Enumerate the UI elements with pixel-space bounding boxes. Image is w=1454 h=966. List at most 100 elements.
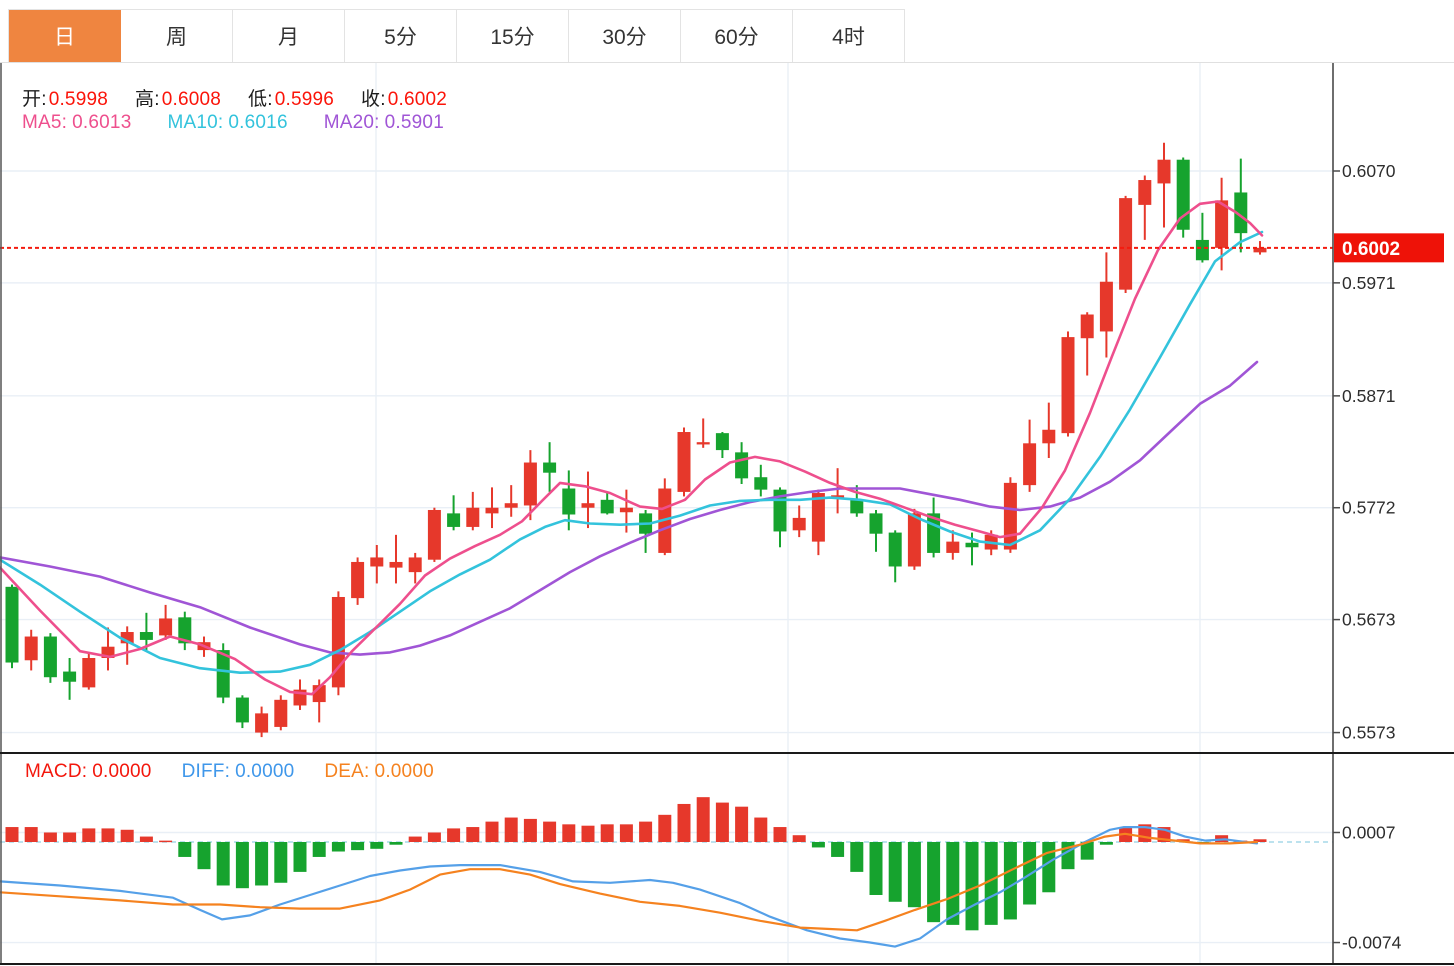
tab-month[interactable]: 月 [233,10,345,62]
candle-body [370,557,384,567]
macd-bar [907,842,921,908]
macd-bar [715,802,729,842]
candle-body [1119,198,1133,290]
candle-body [139,632,153,640]
high-value: 0.6008 [161,89,222,110]
macd-bar [351,842,365,851]
legend-item-macd-diff: DIFF: 0.0000 [182,761,295,782]
tab-60min[interactable]: 60分 [681,10,793,62]
legend-item-ohlc-high: 高: 0.6008 [135,89,221,110]
candle-body [389,561,403,568]
macd-bar [504,817,518,842]
macd-bar [447,828,461,842]
ma-legend: MA5: 0.6013 MA10: 0.6016 MA20: 0.5901 [22,112,480,134]
diff-value: 0.0000 [235,761,295,782]
legend-item-ohlc-open: 开: 0.5998 [22,89,108,110]
macd-bar [639,821,653,842]
macd-bar [677,803,691,842]
candle-body [735,452,749,479]
legend-item-macd-dea: DEA: 0.0000 [324,761,433,782]
tab-4hour[interactable]: 4时 [793,10,905,62]
macd-bar [197,842,211,870]
price-marker: 0.6002 [1334,233,1444,263]
y-axis-label: 0.0007 [1342,822,1396,842]
candle-body [965,542,979,548]
low-value: 0.5996 [274,89,335,110]
chart-canvas[interactable]: 0.6070 0.5971 0.5871 0.5772 0.5673 0.5573 0.00… [0,0,1454,966]
macd-label: MACD: [25,761,88,782]
macd-bar [139,836,153,842]
ma5-label: MA5: [22,112,68,133]
macd-bar [562,824,576,842]
macd-histogram [5,797,1267,931]
dea-value: 0.0000 [374,761,434,782]
candle-body [869,513,883,534]
candle-body [485,507,499,514]
candle-body [1099,281,1113,332]
macd-bar [658,814,672,842]
macd-bar [159,840,173,843]
close-value: 0.6002 [387,89,448,110]
price-marker-value: 0.6002 [1342,239,1400,260]
tab-15min[interactable]: 15分 [457,10,569,62]
candle-body [1157,159,1171,184]
macd-bar [5,827,19,842]
macd-bar [600,824,614,842]
candle-body [754,477,768,490]
legend-item-ma-ma10: MA10: 0.6016 [167,112,287,133]
candle-body [408,557,422,573]
macd-bar [408,836,422,842]
macd-bar [43,832,57,842]
y-axis-label: 0.5772 [1342,498,1396,518]
candle-body [1138,180,1152,205]
ma20-label: MA20: [323,112,380,133]
candle-body [235,697,249,723]
candle-body [811,493,825,542]
candle-body [5,586,19,663]
legend-item-ohlc-low: 低: 0.5996 [248,89,334,110]
macd-bar [178,842,192,857]
tab-week[interactable]: 周 [121,10,233,62]
macd-bar [101,828,115,842]
tab-5min[interactable]: 5分 [345,10,457,62]
tabbar-divider [0,62,1454,63]
high-label: 高: [135,89,160,110]
timeframe-tabbar: 日周月 5分 15分 30分 60分 4时 [8,9,905,62]
macd-bar [696,797,710,842]
macd-bar [370,842,384,849]
legend-item-ma-ma5: MA5: 0.6013 [22,112,131,133]
macd-bar [792,835,806,842]
candle-body [946,541,960,553]
macd-bar [927,842,941,923]
tab-day[interactable]: 日 [9,10,121,62]
legend-item-ohlc-close: 收: 0.6002 [361,89,447,110]
macd-bar [811,842,825,848]
macd-bar [1099,842,1113,845]
candle-body [888,532,902,567]
y-axis-label: 0.5971 [1342,273,1396,293]
candle-body [600,499,614,514]
y-axis-label: -0.0074 [1342,933,1402,953]
macd-bar [255,842,269,886]
candle-body [351,561,365,599]
tab-30min[interactable]: 30分 [569,10,681,62]
macd-bar [466,827,480,842]
y-axis-labels: 0.6070 0.5971 0.5871 0.5772 0.5673 0.5573 0.00… [1333,161,1402,953]
macd-value: 0.0000 [92,761,152,782]
candle-body [543,462,557,473]
candle-body [447,513,461,527]
macd-bar [274,842,288,883]
macd-bar [312,842,326,857]
candle-body [792,517,806,531]
y-axis-label: 0.6070 [1342,161,1396,181]
macd-bar [485,821,499,842]
candle-body [696,442,710,445]
macd-bar [216,842,230,886]
ma20-value: 0.5901 [384,112,444,133]
macd-bar [82,828,96,842]
macd-bar [735,806,749,842]
macd-bar [1003,842,1017,920]
candle-body [24,636,38,661]
legend-item-ma-ma20: MA20: 0.5901 [324,112,444,133]
macd-legend: MACD: 0.0000 DIFF: 0.0000 DEA: 0.0000 [25,761,464,783]
